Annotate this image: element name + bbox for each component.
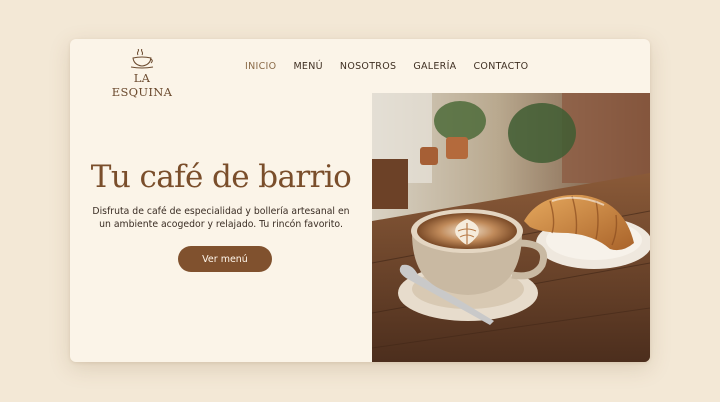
nav-item-nosotros[interactable]: NOSOTROS bbox=[340, 61, 396, 72]
nav-item-contacto[interactable]: CONTACTO bbox=[473, 61, 528, 72]
hero-description: Disfruta de café de especialidad y bolle… bbox=[92, 206, 350, 230]
brand-name: LA ESQUINA bbox=[111, 71, 173, 99]
brand-logo[interactable]: LA ESQUINA bbox=[106, 49, 178, 99]
nav-item-inicio[interactable]: INICIO bbox=[245, 61, 276, 72]
nav-item-menu[interactable]: MENÚ bbox=[293, 61, 322, 72]
nav-item-galeria[interactable]: GALERÍA bbox=[413, 61, 456, 72]
view-menu-button[interactable]: Ver menú bbox=[178, 246, 272, 272]
coffee-cup-icon bbox=[130, 49, 154, 69]
landing-card: LA ESQUINA INICIO MENÚ NOSOTROS GALERÍA … bbox=[70, 39, 650, 362]
main-nav: INICIO MENÚ NOSOTROS GALERÍA CONTACTO bbox=[245, 61, 545, 72]
hero-title: Tu café de barrio bbox=[90, 159, 352, 195]
hero-photo bbox=[372, 93, 650, 362]
